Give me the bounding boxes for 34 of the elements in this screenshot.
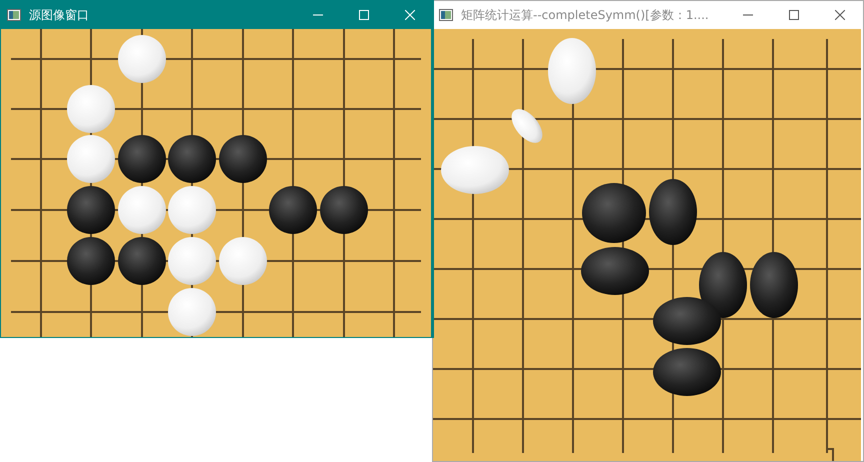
- go-stone: [118, 186, 166, 234]
- go-stone: [219, 237, 267, 285]
- go-stone: [168, 288, 216, 336]
- go-stone: [320, 186, 368, 234]
- close-icon: [405, 10, 415, 20]
- go-stone: [67, 85, 115, 133]
- window-title: 矩阵统计运算--completeSymm()[参数：1....: [461, 6, 710, 24]
- go-stone: [118, 35, 166, 83]
- go-stone: [649, 179, 697, 245]
- window-icon: [439, 9, 453, 21]
- go-stone: [219, 135, 267, 183]
- go-stone: [168, 186, 216, 234]
- go-stone: [653, 297, 721, 345]
- go-stone: [168, 135, 216, 183]
- go-stone: [118, 135, 166, 183]
- go-stone: [581, 247, 649, 295]
- window-icon: [7, 9, 21, 21]
- go-stone: [67, 135, 115, 183]
- close-icon: [835, 10, 845, 20]
- go-stone: [118, 237, 166, 285]
- go-stone: [512, 109, 542, 143]
- go-stone: [269, 186, 317, 234]
- go-stone: [548, 38, 596, 104]
- go-stone: [168, 237, 216, 285]
- go-stone: [67, 237, 115, 285]
- go-stone: [699, 252, 747, 318]
- window-title: 源图像窗口: [29, 6, 90, 24]
- go-stone: [653, 348, 721, 396]
- go-stone: [582, 183, 646, 243]
- go-stone: [441, 146, 509, 194]
- maximize-icon: [359, 10, 369, 20]
- go-stone: [750, 252, 798, 318]
- go-stone: [67, 186, 115, 234]
- maximize-icon: [789, 10, 799, 20]
